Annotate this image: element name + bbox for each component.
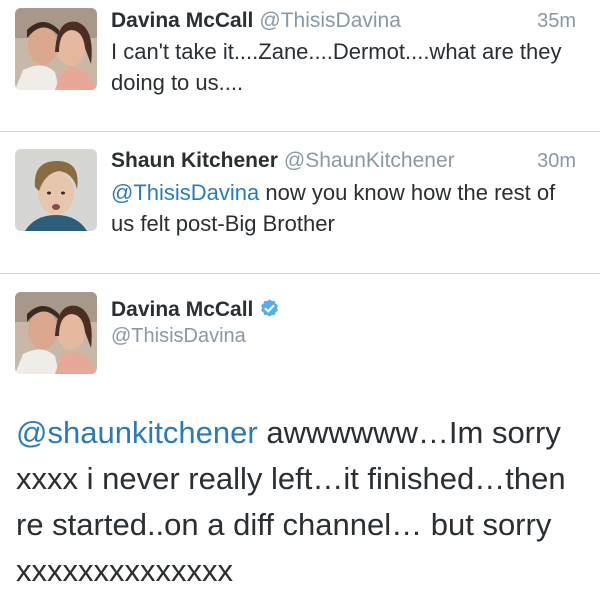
author-handle[interactable]: @ThisisDavina [111, 325, 246, 348]
mention-link[interactable]: @ThisisDavina [111, 180, 259, 205]
avatar-photo [15, 149, 97, 231]
avatar-photo [15, 8, 97, 90]
avatar-shaun[interactable] [15, 149, 97, 231]
tweet-timestamp[interactable]: 35m [537, 10, 576, 33]
tweet-text: @shaunkitchener awwwwww…Im sorry xxxx i … [16, 410, 576, 594]
author-name-text[interactable]: Davina McCall [111, 298, 253, 321]
tweet-2[interactable]: Shaun Kitchener @ShaunKitchener 30m @This… [0, 132, 600, 273]
avatar-davina[interactable] [15, 8, 97, 90]
author-name-text[interactable]: Shaun Kitchener [111, 149, 278, 172]
tweet-text: @ThisisDavina now you know how the rest … [111, 177, 581, 239]
mention-link[interactable]: @shaunkitchener [16, 415, 258, 450]
author-handle[interactable]: @ThisisDavina [259, 9, 401, 32]
tweet-timestamp[interactable]: 30m [537, 150, 576, 173]
author-name[interactable]: Davina McCall [111, 298, 280, 322]
verified-badge-icon [261, 299, 279, 317]
avatar-davina[interactable] [15, 292, 97, 374]
author-name[interactable]: Davina McCall @ThisisDavina [111, 9, 401, 33]
tweet-1[interactable]: Davina McCall @ThisisDavina 35m I can't t… [0, 0, 600, 131]
tweet-detail[interactable]: Davina McCall @ThisisDavina @shaunkitche… [0, 274, 600, 589]
author-name[interactable]: Shaun Kitchener @ShaunKitchener [111, 149, 455, 173]
author-handle[interactable]: @ShaunKitchener [284, 149, 455, 172]
author-name-text[interactable]: Davina McCall [111, 9, 253, 32]
tweet-text: I can't take it....Zane....Dermot....wha… [111, 39, 562, 95]
avatar-photo [15, 292, 97, 374]
